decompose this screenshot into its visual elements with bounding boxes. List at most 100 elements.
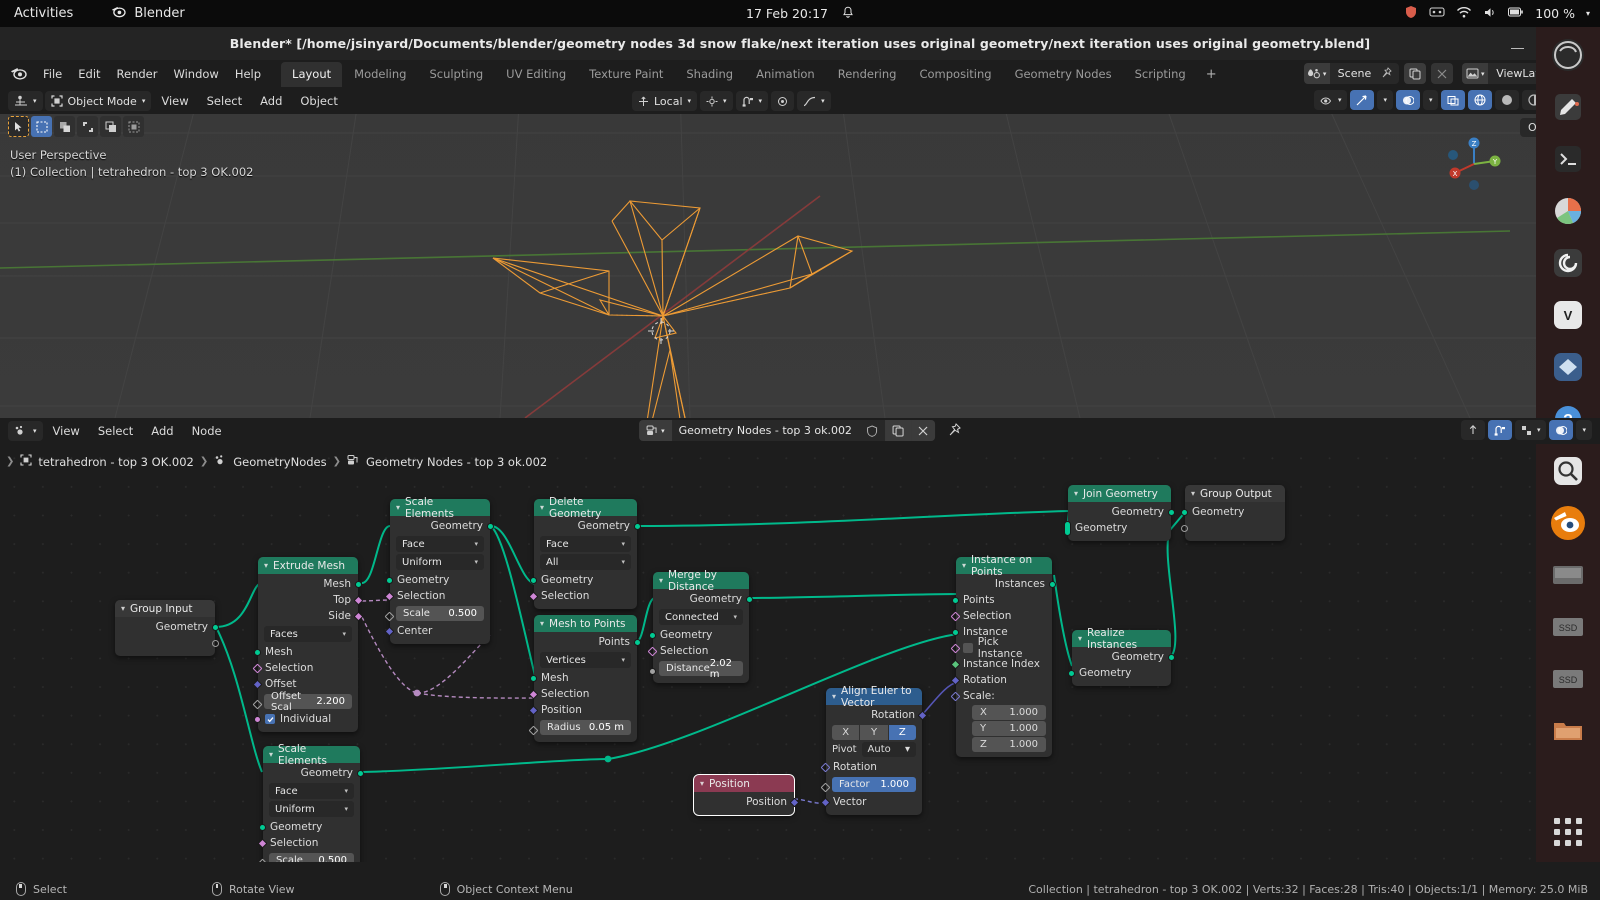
dock-blender-app-icon[interactable]: [1546, 345, 1590, 389]
volume-tray-icon[interactable]: [1483, 6, 1497, 22]
input-socket-row[interactable]: Rotation: [950, 672, 1052, 688]
xray-toggle[interactable]: [1441, 90, 1466, 110]
geometry-multi-input-socket[interactable]: [1064, 521, 1071, 536]
pick-instance-checkbox[interactable]: [963, 643, 973, 653]
mesh-input-socket[interactable]: [530, 675, 537, 682]
node-instance-on-points[interactable]: ▾ Instance on Points Instances Points Se…: [950, 554, 1056, 757]
select-subtract-button[interactable]: [77, 116, 98, 137]
node-menu-view[interactable]: View: [45, 421, 88, 441]
dock-ssd-drive-2-icon[interactable]: SSD: [1546, 605, 1590, 649]
domain-dropdown[interactable]: Face ▾: [396, 536, 484, 552]
collapse-chevron-icon[interactable]: ▾: [396, 503, 400, 512]
pivot-dropdown[interactable]: Auto ▾: [861, 742, 916, 757]
geometry-output-socket[interactable]: [746, 596, 753, 603]
output-socket-row[interactable]: Rotation: [826, 707, 928, 723]
distance-input-socket[interactable]: [649, 668, 656, 675]
menu-file[interactable]: File: [35, 64, 70, 84]
collapse-chevron-icon[interactable]: ▾: [121, 604, 125, 613]
input-socket-row[interactable]: Geometry: [1064, 520, 1171, 536]
geometry-input-socket[interactable]: [1181, 509, 1188, 516]
collapse-chevron-icon[interactable]: ▾: [659, 576, 663, 585]
geometry-input-socket[interactable]: [1068, 670, 1075, 677]
node-position[interactable]: ▾ Position Position: [693, 774, 800, 816]
pin-node-tree-icon[interactable]: [948, 422, 961, 439]
scale-field[interactable]: Scale 0.500: [269, 853, 354, 862]
output-socket-row[interactable]: Position: [694, 794, 800, 810]
node-tree-icon[interactable]: ▾: [639, 420, 672, 441]
tab-shading[interactable]: Shading: [675, 62, 744, 87]
scale-z-field[interactable]: Z 1.000: [972, 737, 1046, 752]
instances-output-socket[interactable]: [1049, 581, 1056, 588]
offset-scale-field[interactable]: Offset Scal 2.200: [264, 691, 352, 713]
new-node-tree-button[interactable]: [884, 420, 911, 441]
output-socket-row[interactable]: Geometry: [390, 518, 494, 534]
pivot-axis-row[interactable]: Pivot Auto ▾: [832, 742, 916, 757]
object-mode-selector[interactable]: Object Mode ▾: [44, 91, 152, 111]
node-scale-elements-top[interactable]: ▾ Scale Elements Geometry Face ▾ Uniform…: [384, 496, 494, 644]
input-socket-row[interactable]: Geometry: [259, 819, 360, 835]
dock-search-icon[interactable]: [1546, 449, 1590, 493]
unlink-node-tree-button[interactable]: [910, 420, 935, 441]
node-mesh-to-points[interactable]: ▾ Mesh to Points Points Vertices ▾ Mesh: [528, 615, 641, 742]
system-tray[interactable]: 100 % ▾: [1404, 5, 1590, 22]
input-socket-row[interactable]: Vector: [820, 794, 922, 810]
mesh-to-points-mode-dropdown[interactable]: Vertices ▾: [540, 652, 631, 668]
input-socket-row[interactable]: Selection: [950, 608, 1052, 624]
snap-toggle[interactable]: ▾: [735, 91, 769, 111]
node-join-geometry[interactable]: ▾ Join Geometry Geometry Geometry: [1064, 485, 1175, 541]
dock-vlc-icon[interactable]: V: [1546, 293, 1590, 337]
scale-x-field[interactable]: X 1.000: [972, 705, 1046, 720]
breadcrumb-modifier-label[interactable]: GeometryNodes: [233, 455, 326, 469]
viewport-menu-add[interactable]: Add: [252, 91, 290, 111]
overlays-toggle[interactable]: [1395, 90, 1420, 110]
show-applications-button[interactable]: [1546, 810, 1590, 854]
node-header[interactable]: ▾ Instance on Points: [956, 554, 1052, 578]
geometry-output-socket[interactable]: [487, 523, 494, 530]
axis-y-button[interactable]: Y: [860, 725, 888, 740]
dock-terminal-icon[interactable]: [1546, 137, 1590, 181]
delete-mode-dropdown[interactable]: All ▾: [540, 554, 631, 570]
geometry-output-socket[interactable]: [634, 523, 641, 530]
dock-files-icon[interactable]: [1546, 709, 1590, 753]
node-tree-selector[interactable]: ▾ Geometry Nodes - top 3 ok.002: [639, 420, 935, 441]
select-extend-button[interactable]: [54, 116, 75, 137]
node-menu-node[interactable]: Node: [184, 421, 230, 441]
node-delete-geometry[interactable]: ▾ Delete Geometry Geometry Face ▾ All ▾: [528, 496, 641, 609]
merge-mode-dropdown[interactable]: Connected ▾: [659, 609, 743, 625]
collapse-chevron-icon[interactable]: ▾: [269, 750, 273, 759]
tab-uv-editing[interactable]: UV Editing: [495, 62, 577, 87]
viewport-menu-select[interactable]: Select: [199, 91, 250, 111]
output-socket-row[interactable]: Mesh: [258, 576, 362, 592]
output-socket-row[interactable]: Geometry: [263, 765, 364, 781]
tab-layout[interactable]: Layout: [281, 61, 343, 87]
clock[interactable]: 17 Feb 20:17: [746, 6, 854, 22]
tab-geometry-nodes[interactable]: Geometry Nodes: [1004, 62, 1123, 87]
node-header[interactable]: ▾ Join Geometry: [1068, 485, 1171, 502]
pin-scene-icon[interactable]: [1381, 66, 1399, 81]
dock-blender-running-icon[interactable]: [1546, 501, 1590, 545]
falloff-selector[interactable]: ▾: [797, 91, 831, 111]
notifications-bell-icon[interactable]: [842, 6, 854, 22]
input-socket-row[interactable]: Geometry: [1181, 504, 1285, 520]
fake-user-shield-icon[interactable]: [859, 420, 885, 441]
node-header[interactable]: ▾ Group Input: [115, 600, 215, 617]
geometry-node-editor[interactable]: ▾ Group Input Geometry ▾ Extrude Mesh Me…: [0, 418, 1600, 862]
domain-dropdown[interactable]: Face ▾: [540, 536, 631, 552]
mesh-input-socket[interactable]: [254, 649, 261, 656]
input-socket-row[interactable]: Geometry: [386, 572, 490, 588]
viewport-menu-view[interactable]: View: [153, 91, 196, 111]
node-overlays-toggle[interactable]: [1549, 420, 1574, 440]
wifi-tray-icon[interactable]: [1456, 6, 1472, 22]
input-socket-row[interactable]: Position: [528, 702, 637, 718]
node-header[interactable]: ▾ Align Euler to Vector: [826, 685, 922, 709]
output-socket-row-virtual[interactable]: [115, 635, 219, 651]
output-socket-row[interactable]: Points: [534, 634, 641, 650]
collapse-chevron-icon[interactable]: ▾: [1191, 489, 1195, 498]
node-header[interactable]: ▾ Group Output: [1185, 485, 1285, 502]
mesh-output-socket[interactable]: [355, 581, 362, 588]
proportional-editing-toggle[interactable]: [771, 91, 795, 111]
3d-viewport[interactable]: ▾ Object Mode ▾ View Select Add Object L…: [0, 88, 1600, 418]
scale-mode-dropdown[interactable]: Uniform ▾: [396, 554, 484, 570]
distance-field[interactable]: Distance 2.02 m: [659, 658, 743, 680]
input-socket-row[interactable]: Selection: [252, 660, 358, 676]
